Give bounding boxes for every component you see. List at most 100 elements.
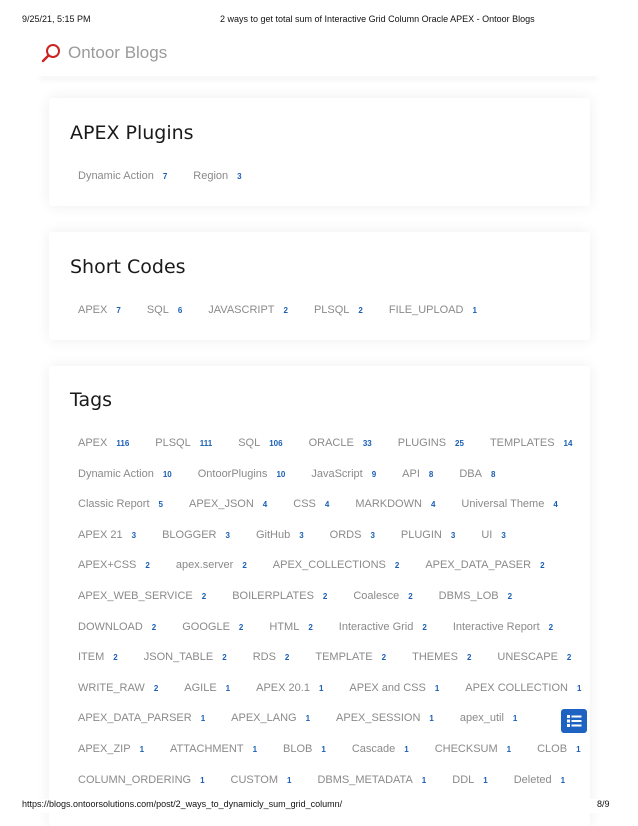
tag-link[interactable]: APEX_COLLECTIONS 2	[273, 559, 400, 571]
tag-link[interactable]: APEX_JSON 4	[189, 498, 267, 510]
print-title: 2 ways to get total sum of Interactive G…	[220, 14, 535, 24]
tag-link[interactable]: Coalesce 2	[353, 590, 412, 602]
tag-link[interactable]: ATTACHMENT 1	[170, 743, 257, 755]
tag-link[interactable]: AGILE 1	[184, 682, 230, 694]
tag-link[interactable]: ORDS 3	[330, 529, 375, 541]
tag-name: CLOB	[537, 743, 568, 755]
tag-count: 1	[483, 775, 488, 785]
tag-link[interactable]: ITEM 2	[78, 651, 118, 663]
tag-link[interactable]: DBMS_METADATA 1	[317, 774, 426, 786]
tag-link[interactable]: DBMS_LOB 2	[439, 590, 512, 602]
tag-link[interactable]: THEMES 2	[412, 651, 471, 663]
tag-name: SQL	[238, 437, 261, 449]
tag-link[interactable]: APEX_DATA_PARSER 1	[78, 712, 205, 724]
tag-count: 1	[200, 775, 205, 785]
tag-link[interactable]: SQL 106	[238, 437, 282, 449]
tag-link[interactable]: PLSQL 2	[314, 304, 363, 316]
tag-link[interactable]: Classic Report 5	[78, 498, 163, 510]
tag-link[interactable]: CHECKSUM 1	[435, 743, 511, 755]
tag-link[interactable]: RDS 2	[253, 651, 290, 663]
tag-link[interactable]: GitHub 3	[256, 529, 304, 541]
tag-link[interactable]: HTML 2	[269, 621, 312, 633]
tag-link[interactable]: PLUGIN 3	[401, 529, 455, 541]
print-url: https://blogs.ontoorsolutions.com/post/2…	[22, 799, 343, 809]
tag-link[interactable]: APEX and CSS 1	[349, 682, 439, 694]
tag-link[interactable]: APEX_SESSION 1	[336, 712, 434, 724]
tag-link[interactable]: DBA 8	[459, 468, 495, 480]
list-icon	[567, 715, 582, 727]
site-brand[interactable]: Ontoor Blogs	[40, 40, 167, 66]
tag-link[interactable]: APEX+CSS 2	[78, 559, 150, 571]
tag-link[interactable]: Dynamic Action 7	[78, 170, 167, 182]
tag-link[interactable]: APEX 116	[78, 437, 129, 449]
tag-link[interactable]: ORACLE 33	[309, 437, 372, 449]
tag-link[interactable]: APEX 21 3	[78, 529, 136, 541]
tag-name: APEX_DATA_PASER	[425, 559, 532, 572]
tag-link[interactable]: APEX COLLECTION 1	[465, 682, 581, 694]
tag-link[interactable]: UNESCAPE 2	[497, 651, 571, 663]
tag-link[interactable]: GOOGLE 2	[182, 621, 243, 633]
tag-name: COLUMN_ORDERING	[78, 773, 192, 786]
tag-link[interactable]: JAVASCRIPT 2	[208, 304, 288, 316]
short-codes-title: Short Codes	[70, 256, 186, 278]
tag-name: Region	[193, 170, 229, 182]
tag-name: apex_util	[459, 712, 504, 725]
tag-link[interactable]: BOILERPLATES 2	[232, 590, 327, 602]
tag-link[interactable]: APEX_DATA_PASER 2	[425, 559, 544, 571]
tag-link[interactable]: APEX 7	[78, 304, 121, 316]
tag-link[interactable]: OntoorPlugins 10	[198, 468, 286, 480]
tag-link[interactable]: apex.server 2	[176, 559, 247, 571]
tag-link[interactable]: SQL 6	[147, 304, 182, 316]
tag-link[interactable]: PLUGINS 25	[398, 437, 464, 449]
tag-link[interactable]: APEX 20.1 1	[256, 682, 323, 694]
tag-link[interactable]: JavaScript 9	[311, 468, 376, 480]
tag-row: COLUMN_ORDERING 1 CUSTOM 1 DBMS_METADATA 1 DDL…	[78, 774, 591, 786]
tag-count: 1	[318, 683, 324, 693]
tag-link[interactable]: Dynamic Action 10	[78, 468, 172, 480]
tag-link[interactable]: DDL 1	[452, 774, 487, 786]
tag-link[interactable]: CSS 4	[293, 498, 329, 510]
tag-link[interactable]: APEX_ZIP 1	[78, 743, 144, 755]
tag-name: PLUGINS	[397, 437, 447, 449]
tag-link[interactable]: TEMPLATE 2	[315, 651, 386, 663]
print-header: 9/25/21, 5:15 PM 2 ways to get total sum…	[0, 14, 638, 28]
tag-link[interactable]: TEMPLATES 14	[490, 437, 573, 449]
page-number: 8/9	[597, 799, 610, 809]
tag-link[interactable]: Interactive Grid 2	[339, 621, 427, 633]
tag-link[interactable]: API 8	[402, 468, 433, 480]
tag-link[interactable]: apex_util 1	[460, 712, 518, 724]
tag-name: JSON_TABLE	[143, 651, 214, 664]
tag-link[interactable]: UI 3	[481, 529, 505, 541]
tag-link[interactable]: APEX_WEB_SERVICE 2	[78, 590, 206, 602]
tag-count: 5	[158, 500, 163, 510]
tag-link[interactable]: BLOB 1	[283, 743, 326, 755]
tag-link[interactable]: WRITE_RAW 2	[78, 682, 158, 694]
tag-link[interactable]: APEX_LANG 1	[231, 712, 310, 724]
tag-link[interactable]: Deleted 1	[514, 774, 565, 786]
tag-link[interactable]: JSON_TABLE 2	[144, 651, 227, 663]
tag-link[interactable]: MARKDOWN 4	[355, 498, 435, 510]
tag-name: Dynamic Action	[78, 467, 154, 480]
tag-link[interactable]: FILE_UPLOAD 1	[389, 304, 477, 316]
tag-count: 111	[199, 439, 213, 448]
tag-link[interactable]: Cascade 1	[352, 743, 409, 755]
tags-card: Tags APEX 116 PLSQL 111 SQL 106 ORACLE 33 PLUGIN…	[49, 366, 590, 826]
tag-link[interactable]: DOWNLOAD 2	[78, 621, 156, 633]
tag-name: Interactive Grid	[338, 620, 414, 633]
tag-link[interactable]: Interactive Report 2	[453, 621, 553, 633]
tag-count: 10	[276, 469, 286, 479]
tag-link[interactable]: Universal Theme 4	[461, 498, 557, 510]
tag-link[interactable]: Region 3	[193, 170, 241, 182]
tag-link[interactable]: CUSTOM 1	[231, 774, 292, 786]
tag-count: 6	[177, 306, 183, 315]
table-of-contents-button[interactable]	[561, 709, 587, 733]
tag-link[interactable]: CLOB 1	[537, 743, 580, 755]
tag-link[interactable]: BLOGGER 3	[162, 529, 230, 541]
tag-count: 1	[512, 714, 518, 724]
tag-link[interactable]: COLUMN_ORDERING 1	[78, 774, 205, 786]
tag-count: 1	[560, 775, 566, 785]
tag-name: BLOGGER	[162, 528, 217, 541]
tag-name: APEX	[78, 304, 108, 316]
tag-link[interactable]: PLSQL 111	[155, 437, 212, 449]
tag-count: 4	[324, 500, 330, 510]
